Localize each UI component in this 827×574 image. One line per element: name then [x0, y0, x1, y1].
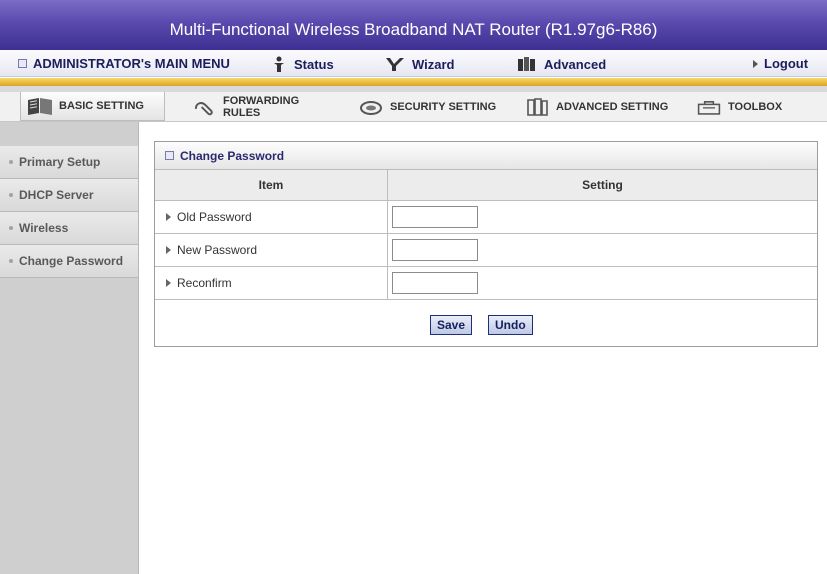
menu-square-icon [18, 59, 27, 68]
lock-icon [360, 100, 382, 115]
main-menu-bar: ADMINISTRATOR's MAIN MENU Status Wizard … [0, 50, 827, 77]
admin-main-menu-label: ADMINISTRATOR's MAIN MENU [33, 56, 230, 71]
tab-advanced-setting-label: ADVANCED SETTING [556, 100, 669, 113]
books-icon [527, 97, 548, 116]
menu-wizard-label: Wizard [412, 56, 455, 72]
sidebar-item-primary-setup[interactable]: Primary Setup [0, 146, 138, 179]
tab-security-setting[interactable]: SECURITY SETTING [352, 92, 508, 121]
column-header-item: Item [155, 170, 387, 201]
row-label-old-password: Old Password [155, 201, 387, 234]
toolbox-icon [697, 100, 721, 115]
row-label-text: Old Password [177, 210, 252, 224]
arrow-right-icon [753, 59, 758, 68]
menu-advanced[interactable]: Advanced [516, 56, 606, 72]
sidebar-item-dhcp-server[interactable]: DHCP Server [0, 179, 138, 212]
change-password-panel: Change Password Item Setting Old Passwor… [154, 141, 818, 347]
bullet-icon [9, 160, 13, 164]
reconfirm-password-input[interactable] [392, 272, 478, 294]
panel-header: Change Password [155, 142, 817, 170]
tab-basic-setting[interactable]: BASIC SETTING [20, 92, 165, 121]
tab-forwarding-rules[interactable]: FORWARDING RULES [186, 92, 341, 121]
menu-status-label: Status [294, 56, 334, 72]
row-cell-new-password [387, 234, 817, 267]
row-cell-old-password [387, 201, 817, 234]
sidebar-item-label: Change Password [19, 254, 124, 268]
row-label-new-password: New Password [155, 234, 387, 267]
book-icon [28, 98, 52, 115]
sidebar-item-label: Wireless [19, 221, 69, 235]
old-password-input[interactable] [392, 206, 478, 228]
admin-main-menu[interactable]: ADMINISTRATOR's MAIN MENU [18, 56, 230, 71]
books-icon [518, 57, 535, 71]
tab-basic-setting-label: BASIC SETTING [59, 100, 144, 112]
menu-logout[interactable]: Logout [753, 56, 808, 71]
menu-wizard[interactable]: Wizard [384, 56, 455, 72]
triangle-right-icon [166, 246, 171, 254]
sidebar-item-change-password[interactable]: Change Password [0, 245, 138, 278]
title-bar: Multi-Functional Wireless Broadband NAT … [0, 0, 827, 50]
menu-status[interactable]: Status [270, 56, 334, 72]
tab-toolbox-label: TOOLBOX [728, 100, 783, 113]
row-label-text: Reconfirm [177, 276, 232, 290]
sidebar-item-wireless[interactable]: Wireless [0, 212, 138, 245]
paperclip-icon [194, 101, 213, 115]
triangle-right-icon [166, 213, 171, 221]
accent-strip [0, 78, 827, 86]
sidebar-item-label: Primary Setup [19, 155, 101, 169]
page-title: Multi-Functional Wireless Broadband NAT … [169, 20, 658, 39]
menu-logout-label: Logout [764, 56, 809, 71]
panel-title: Change Password [180, 148, 285, 163]
person-icon [274, 56, 284, 72]
new-password-input[interactable] [392, 239, 478, 261]
undo-button[interactable]: Undo [488, 315, 533, 335]
row-label-text: New Password [177, 243, 258, 257]
save-button[interactable]: Save [430, 315, 473, 335]
tab-advanced-setting[interactable]: ADVANCED SETTING [518, 92, 684, 121]
wizard-icon [386, 58, 404, 71]
sidebar-item-label: DHCP Server [19, 188, 94, 202]
tab-security-setting-label: SECURITY SETTING [390, 100, 497, 113]
menu-advanced-label: Advanced [544, 56, 607, 72]
row-label-reconfirm: Reconfirm [155, 267, 387, 300]
tab-forwarding-rules-label: FORWARDING RULES [222, 94, 300, 119]
row-cell-reconfirm [387, 267, 817, 300]
triangle-right-icon [166, 279, 171, 287]
tab-bar: BASIC SETTING FORWARDING RULES SECURITY … [0, 92, 827, 122]
bullet-icon [9, 193, 13, 197]
panel-square-icon [165, 151, 174, 160]
bullet-icon [9, 259, 13, 263]
sidebar: Primary Setup DHCP Server Wireless Chang… [0, 122, 139, 574]
tab-toolbox[interactable]: TOOLBOX [690, 92, 800, 121]
bullet-icon [9, 226, 13, 230]
column-header-setting: Setting [387, 170, 817, 201]
